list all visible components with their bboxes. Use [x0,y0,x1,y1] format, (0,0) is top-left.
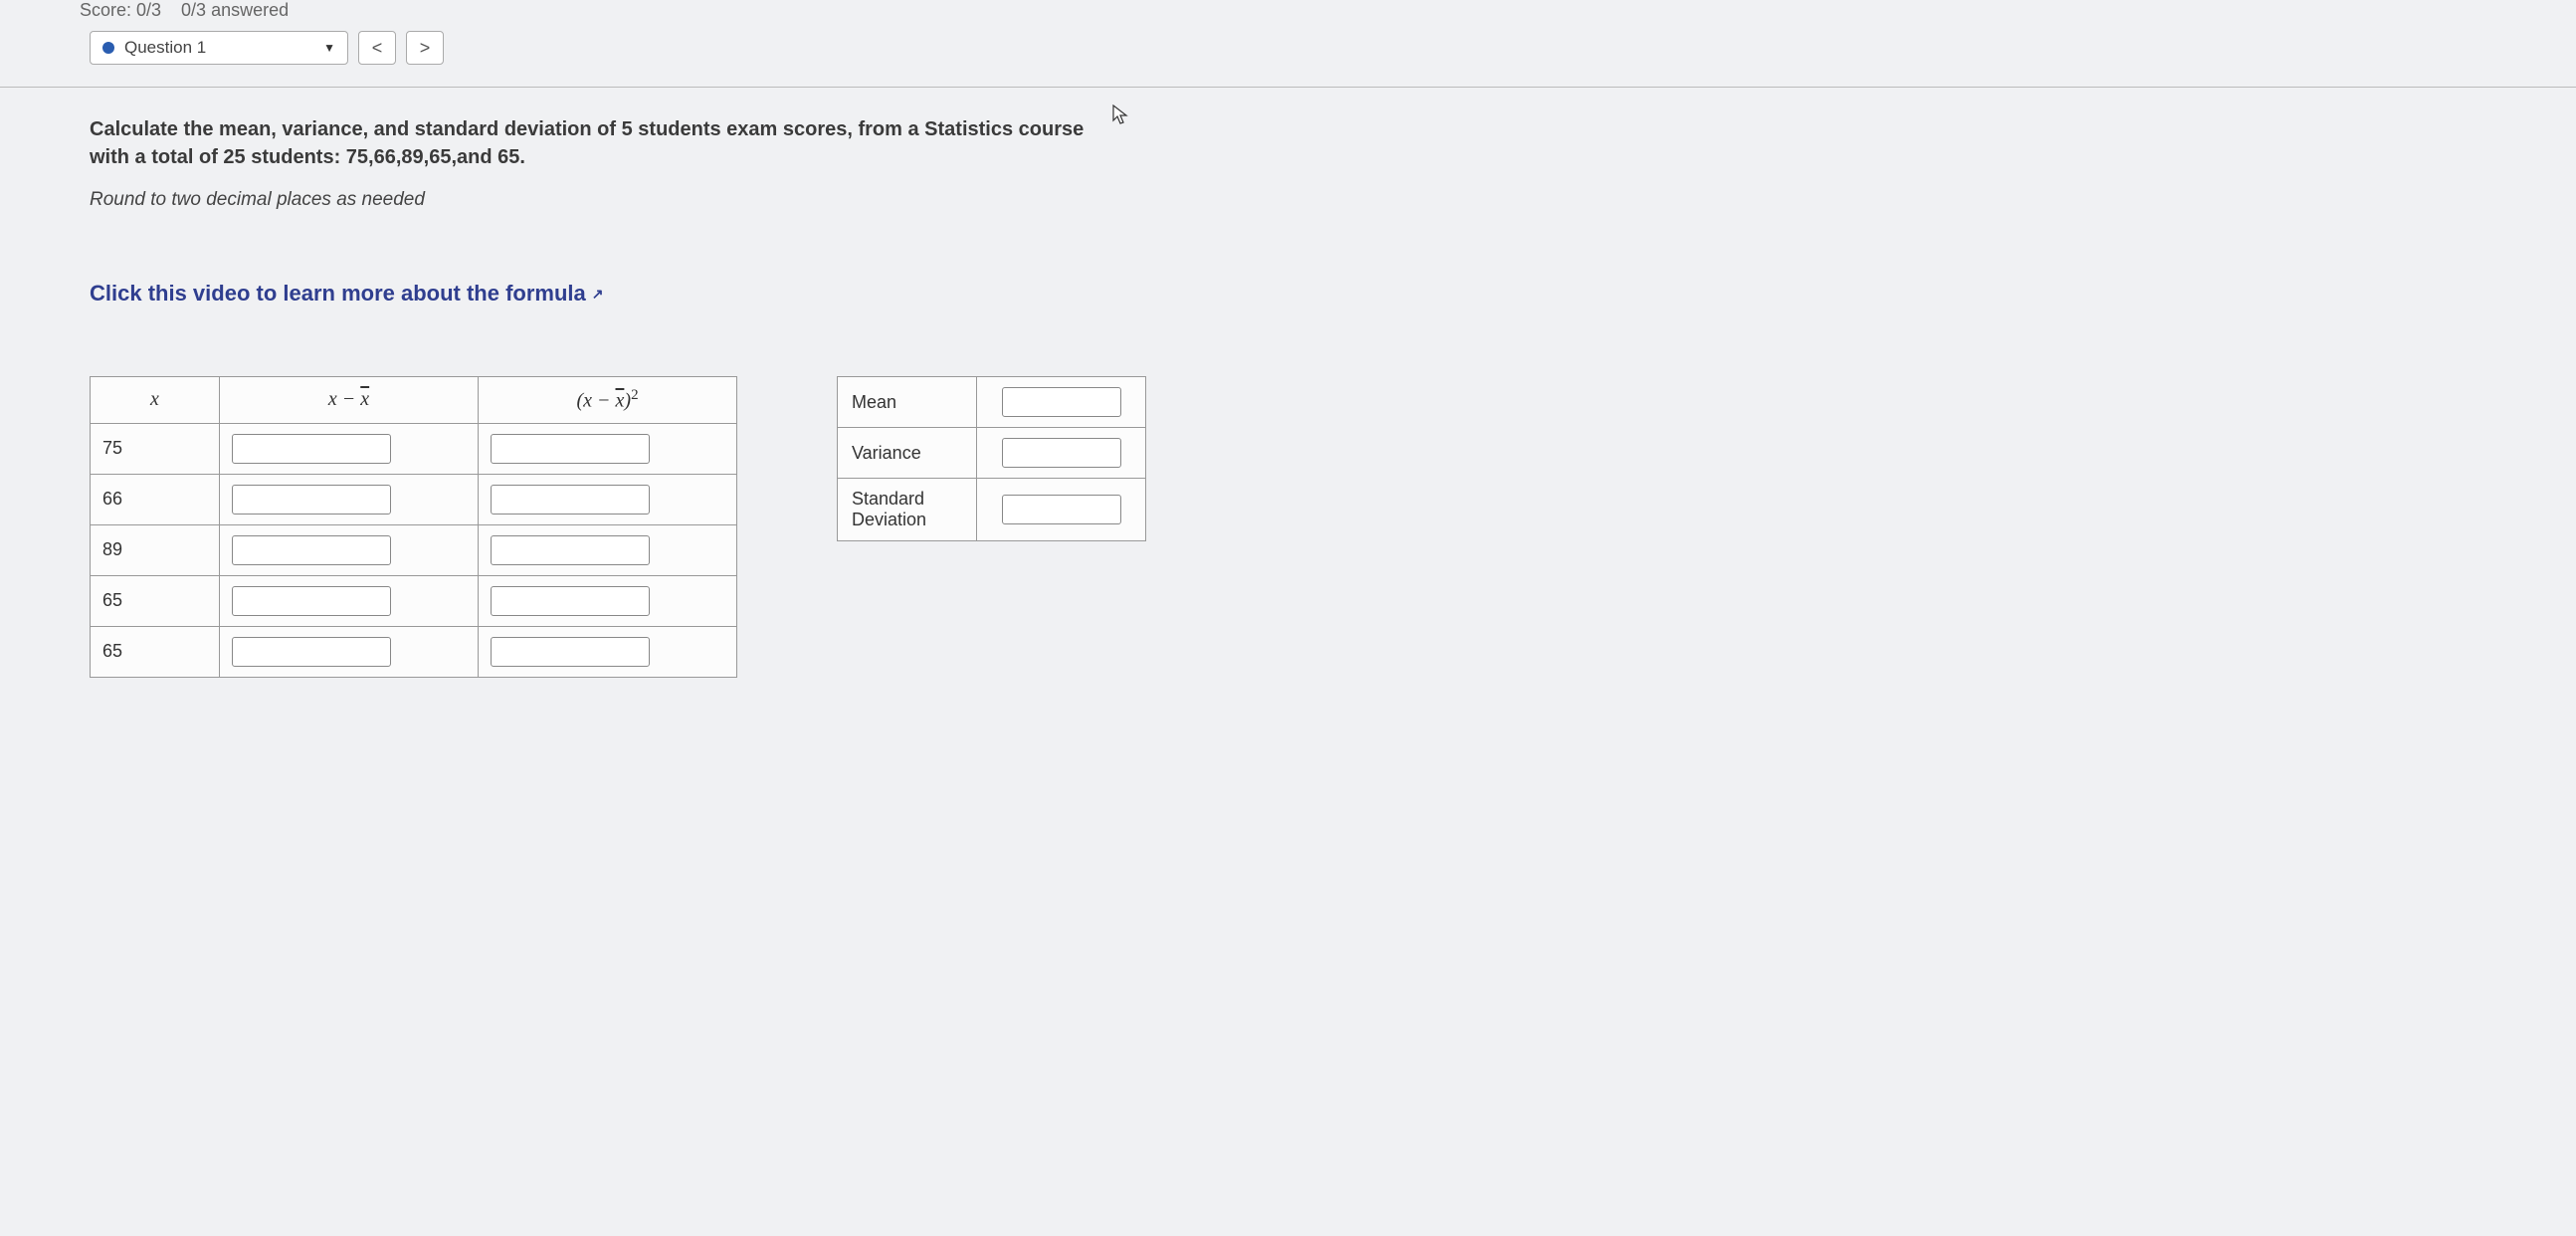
deviation-input-0[interactable] [232,434,391,464]
table-row: 65 [91,575,737,626]
squared-deviation-input-2[interactable] [491,535,650,565]
squared-deviation-input-0[interactable] [491,434,650,464]
video-help-link[interactable]: Click this video to learn more about the… [90,281,603,307]
deviation-input-4[interactable] [232,637,391,667]
chevron-right-icon: > [420,38,431,59]
x-value: 66 [91,474,220,524]
question-hint: Round to two decimal places as needed [90,189,2576,211]
stddev-row: Standard Deviation [838,479,1146,541]
deviation-input-1[interactable] [232,485,391,515]
table-row: 75 [91,423,737,474]
score-label: Score: 0/3 [80,0,161,21]
deviation-input-3[interactable] [232,586,391,616]
variance-label: Variance [838,428,977,479]
chevron-left-icon: < [372,38,383,59]
header-x: x [91,377,220,424]
video-link-text: Click this video to learn more about the… [90,281,586,307]
mean-label: Mean [838,377,977,428]
prev-question-button[interactable]: < [358,31,396,65]
header-squared-deviation: (x − x)2 [479,377,737,424]
question-prompt: Calculate the mean, variance, and standa… [90,115,1085,171]
squared-deviation-input-3[interactable] [491,586,650,616]
table-row: 89 [91,524,737,575]
x-value: 75 [91,423,220,474]
next-question-button[interactable]: > [406,31,444,65]
table-row: 66 [91,474,737,524]
external-link-icon: ↗ [592,286,604,303]
x-value: 65 [91,626,220,677]
deviation-input-2[interactable] [232,535,391,565]
squared-deviation-input-4[interactable] [491,637,650,667]
table-row: 65 [91,626,737,677]
data-table: x x − x (x − x)2 75 66 [90,376,737,678]
variance-input[interactable] [1002,438,1121,468]
variance-row: Variance [838,428,1146,479]
stddev-label: Standard Deviation [838,479,977,541]
answered-label: 0/3 answered [181,0,289,21]
x-value: 65 [91,575,220,626]
question-dropdown[interactable]: Question 1 ▼ [90,31,348,65]
chevron-down-icon: ▼ [323,41,335,55]
squared-deviation-input-1[interactable] [491,485,650,515]
mean-row: Mean [838,377,1146,428]
stddev-input[interactable] [1002,495,1121,524]
question-status-dot-icon [102,42,114,54]
question-dropdown-label: Question 1 [124,38,323,58]
stats-table: Mean Variance Standard Deviation [837,376,1146,541]
header-deviation: x − x [220,377,479,424]
x-value: 89 [91,524,220,575]
mean-input[interactable] [1002,387,1121,417]
